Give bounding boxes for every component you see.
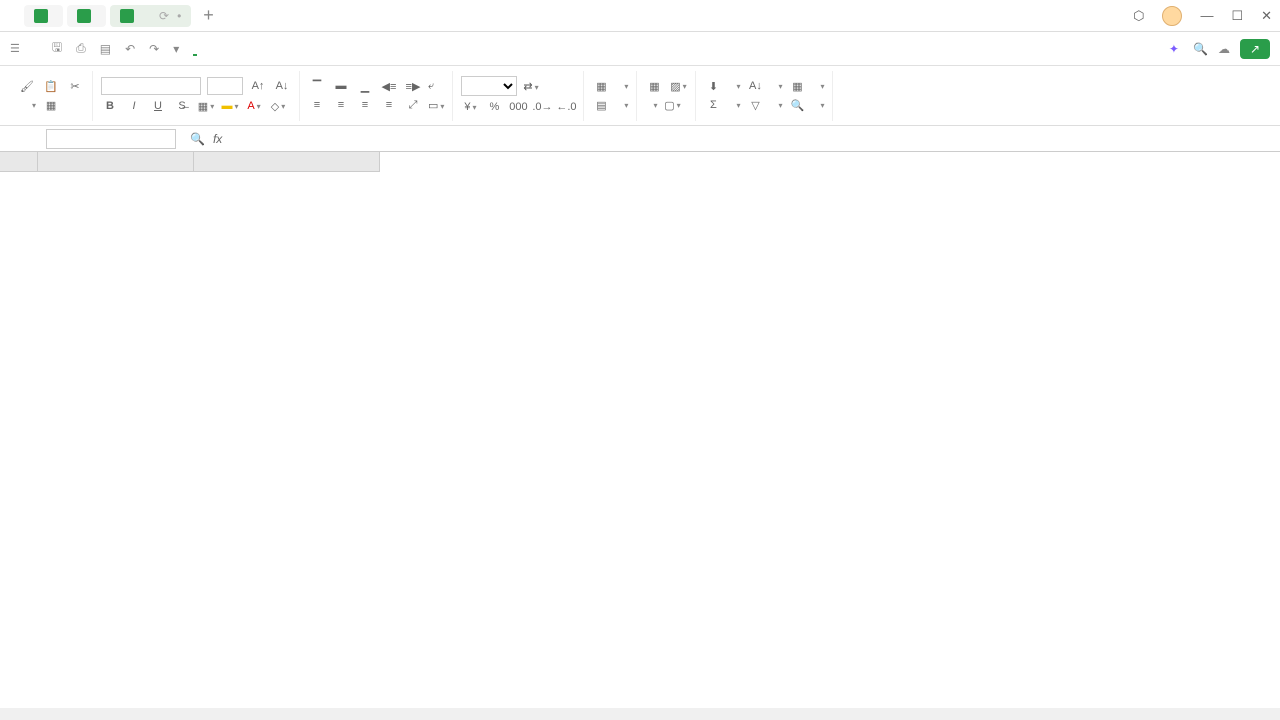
indent-dec-icon[interactable]: ◀≡	[380, 78, 398, 94]
tab-templates[interactable]	[24, 5, 63, 27]
tab-dot-icon: •	[177, 9, 181, 23]
name-box[interactable]	[46, 129, 176, 149]
merge-button[interactable]: ▭▾	[428, 99, 444, 112]
col-header-b[interactable]	[194, 152, 380, 172]
filter-icon: ▽	[746, 97, 764, 113]
undo-icon[interactable]: ↶	[125, 42, 135, 56]
align-justify-icon[interactable]: ≡	[380, 97, 398, 113]
cloud-icon[interactable]: ☁	[1218, 42, 1230, 56]
tab-sync-icon: ⟳	[159, 9, 169, 23]
italic-icon[interactable]: I	[125, 98, 143, 114]
share-button[interactable]: ↗	[1240, 39, 1270, 59]
font-color-icon[interactable]: A▾	[245, 98, 263, 114]
currency-icon[interactable]: ¥▾	[461, 99, 479, 115]
bold-icon[interactable]: B	[101, 98, 119, 114]
format-icon[interactable]: ▢▾	[663, 97, 681, 113]
save-icon[interactable]: 🖫	[52, 38, 62, 59]
menu-insert[interactable]	[211, 43, 215, 55]
format-brush-icon[interactable]: 🖌	[18, 78, 36, 94]
menu-review[interactable]	[283, 43, 287, 55]
menu-fangge[interactable]	[373, 43, 377, 55]
tab-add-button[interactable]: +	[203, 5, 214, 26]
percent-icon[interactable]: %	[485, 99, 503, 115]
cut-icon[interactable]: ✂	[66, 78, 84, 94]
dec-dec-icon[interactable]: ←.0	[557, 99, 575, 115]
menu-efficiency[interactable]	[355, 43, 359, 55]
align-top-icon[interactable]: ▔	[308, 78, 326, 94]
convert-button[interactable]: ⇄▾	[523, 80, 538, 93]
menu-view[interactable]	[301, 43, 305, 55]
align-left-icon[interactable]: ≡	[308, 97, 326, 113]
menubar: ☰ 🖫 ⎙ ▤ ↶ ↷ ▾ ✦ 🔍 ☁ ↗	[0, 32, 1280, 66]
strike-icon[interactable]: S̶	[173, 98, 191, 114]
dec-inc-icon[interactable]: .0→	[533, 99, 551, 115]
clear-format-icon[interactable]: ◇▾	[269, 98, 287, 114]
menu-page[interactable]	[229, 43, 233, 55]
copy-icon[interactable]: 📋	[42, 78, 60, 94]
freeze-icon: ▦	[788, 78, 806, 94]
row-col-icon: ▦	[592, 78, 610, 94]
formula-input[interactable]	[230, 130, 1272, 148]
cell-style-icon[interactable]: ▨▾	[669, 78, 687, 94]
number-format-select[interactable]	[461, 76, 517, 96]
redo-icon[interactable]: ↷	[149, 42, 159, 56]
font-name-select[interactable]	[101, 77, 201, 95]
menu-smart[interactable]	[409, 43, 413, 55]
increase-font-icon[interactable]: A↑	[249, 78, 267, 94]
sheet-icon	[34, 9, 48, 23]
menu-start[interactable]	[193, 42, 197, 56]
orientation-icon[interactable]: ⤢	[404, 97, 422, 113]
sum-icon: Σ	[704, 97, 722, 113]
ribbon: 🖌📋✂ ▾ ▦ A↑A↓ BIUS̶▦▾▬▾A▾◇▾ ▔▬▁◀≡≡▶⤶ ≡≡≡≡…	[0, 66, 1280, 126]
tab-file-2[interactable]: ⟳•	[110, 5, 191, 27]
tab-file-1[interactable]	[67, 5, 106, 27]
sheet-area	[0, 152, 1280, 708]
sheet-icon	[120, 9, 134, 23]
column-headers	[38, 152, 380, 172]
minimize-button[interactable]: —	[1200, 8, 1213, 23]
avatar[interactable]	[1162, 6, 1182, 26]
worksheet-icon: ▤	[592, 97, 610, 113]
maximize-button[interactable]: ☐	[1231, 8, 1243, 24]
border-icon[interactable]: ▦▾	[197, 98, 215, 114]
menu-tools[interactable]	[319, 43, 323, 55]
formula-bar: 🔍 fx	[0, 126, 1280, 152]
fill-color-icon[interactable]: ▬▾	[221, 98, 239, 114]
select-all-corner[interactable]	[0, 152, 38, 172]
indent-inc-icon[interactable]: ≡▶	[404, 78, 422, 94]
menu-data[interactable]	[265, 43, 269, 55]
align-middle-icon[interactable]: ▬	[332, 78, 350, 94]
paste-options-icon[interactable]: ▦	[42, 97, 60, 113]
decrease-font-icon[interactable]: A↓	[273, 78, 291, 94]
menu-diy[interactable]	[391, 43, 395, 55]
align-center-icon[interactable]: ≡	[332, 97, 350, 113]
font-size-select[interactable]	[207, 77, 243, 95]
preview-icon[interactable]: ▤	[100, 42, 111, 56]
comma-icon[interactable]: 000	[509, 99, 527, 115]
wrap-button[interactable]: ⤶	[428, 80, 434, 93]
search-fx-icon[interactable]: 🔍	[190, 132, 205, 146]
hamburger-icon[interactable]: ☰	[10, 42, 20, 55]
menu-file[interactable]	[34, 43, 38, 55]
sheet-icon	[77, 9, 91, 23]
print-icon[interactable]: ⎙	[76, 41, 86, 56]
table-style-icon[interactable]: ▦	[645, 78, 663, 94]
search-icon[interactable]: 🔍	[1193, 42, 1208, 56]
menu-formula[interactable]	[247, 43, 251, 55]
align-bottom-icon[interactable]: ▁	[356, 78, 374, 94]
dropdown-icon[interactable]: ▾	[173, 42, 179, 56]
sort-icon: A↓	[746, 78, 764, 94]
titlebar: ⟳• + ⬡ — ☐ ✕	[0, 0, 1280, 32]
wps-ai-button[interactable]: ✦	[1169, 42, 1183, 56]
col-header-a[interactable]	[38, 152, 194, 172]
fx-label[interactable]: fx	[213, 132, 222, 146]
fill-icon: ⬇	[704, 78, 722, 94]
close-button[interactable]: ✕	[1261, 8, 1272, 24]
align-right-icon[interactable]: ≡	[356, 97, 374, 113]
menu-member[interactable]	[337, 43, 341, 55]
underline-icon[interactable]: U	[149, 98, 167, 114]
find-icon: 🔍	[788, 97, 806, 113]
hex-icon[interactable]: ⬡	[1133, 8, 1144, 24]
